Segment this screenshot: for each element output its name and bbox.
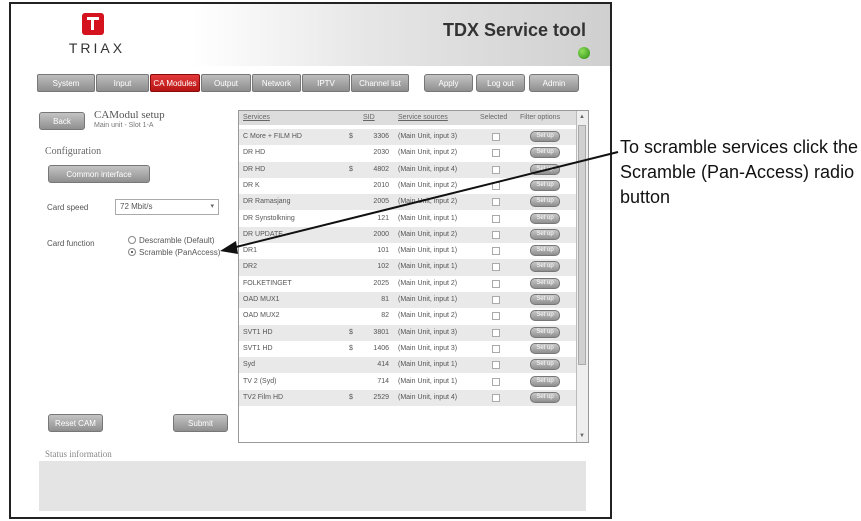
annotation-arrow — [220, 151, 619, 254]
annotation-callout: To scramble services click the Scramble … — [620, 137, 859, 207]
